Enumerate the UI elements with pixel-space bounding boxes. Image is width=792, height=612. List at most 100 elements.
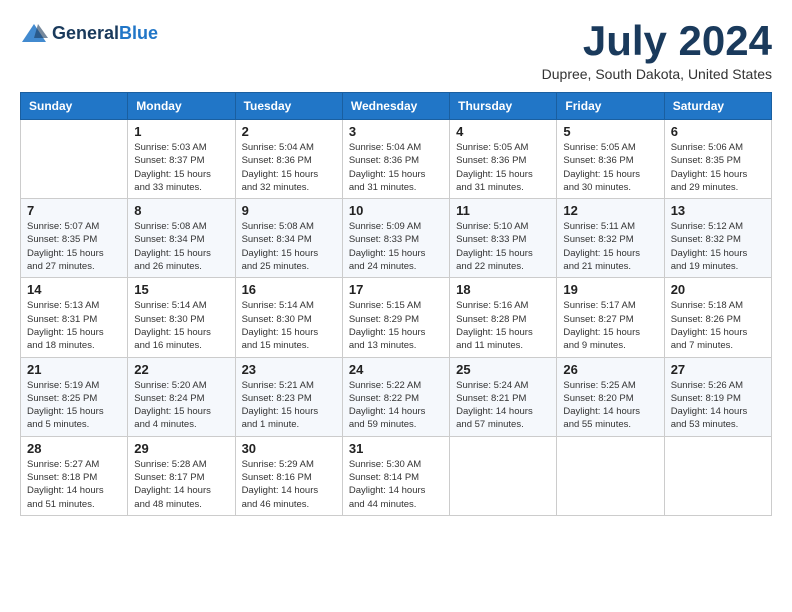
day-info: Sunrise: 5:28 AM Sunset: 8:17 PM Dayligh… bbox=[134, 458, 228, 511]
day-info: Sunrise: 5:10 AM Sunset: 8:33 PM Dayligh… bbox=[456, 220, 550, 273]
calendar-cell: 26 Sunrise: 5:25 AM Sunset: 8:20 PM Dayli… bbox=[557, 357, 664, 436]
day-info: Sunrise: 5:30 AM Sunset: 8:14 PM Dayligh… bbox=[349, 458, 443, 511]
day-number: 15 bbox=[134, 282, 228, 297]
calendar-cell: 27 Sunrise: 5:26 AM Sunset: 8:19 PM Dayli… bbox=[664, 357, 771, 436]
calendar-cell: 1 Sunrise: 5:03 AM Sunset: 8:37 PM Daylig… bbox=[128, 120, 235, 199]
calendar-cell: 8 Sunrise: 5:08 AM Sunset: 8:34 PM Daylig… bbox=[128, 199, 235, 278]
weekday-header-friday: Friday bbox=[557, 93, 664, 120]
day-number: 14 bbox=[27, 282, 121, 297]
day-number: 26 bbox=[563, 362, 657, 377]
calendar-cell bbox=[21, 120, 128, 199]
calendar-cell: 2 Sunrise: 5:04 AM Sunset: 8:36 PM Daylig… bbox=[235, 120, 342, 199]
day-info: Sunrise: 5:20 AM Sunset: 8:24 PM Dayligh… bbox=[134, 379, 228, 432]
day-info: Sunrise: 5:14 AM Sunset: 8:30 PM Dayligh… bbox=[242, 299, 336, 352]
day-number: 4 bbox=[456, 124, 550, 139]
weekday-header-tuesday: Tuesday bbox=[235, 93, 342, 120]
calendar-cell: 31 Sunrise: 5:30 AM Sunset: 8:14 PM Dayli… bbox=[342, 436, 449, 515]
calendar-cell: 22 Sunrise: 5:20 AM Sunset: 8:24 PM Dayli… bbox=[128, 357, 235, 436]
calendar-cell bbox=[450, 436, 557, 515]
day-info: Sunrise: 5:19 AM Sunset: 8:25 PM Dayligh… bbox=[27, 379, 121, 432]
page-header: GeneralBlue July 2024 Dupree, South Dako… bbox=[20, 20, 772, 82]
calendar-cell: 5Sunrise: 5:05 AM Sunset: 8:36 PM Daylig… bbox=[557, 120, 664, 199]
calendar-cell: 18Sunrise: 5:16 AM Sunset: 8:28 PM Dayli… bbox=[450, 278, 557, 357]
day-number: 28 bbox=[27, 441, 121, 456]
day-info: Sunrise: 5:04 AM Sunset: 8:36 PM Dayligh… bbox=[242, 141, 336, 194]
weekday-header-row: SundayMondayTuesdayWednesdayThursdayFrid… bbox=[21, 93, 772, 120]
day-info: Sunrise: 5:05 AM Sunset: 8:36 PM Dayligh… bbox=[456, 141, 550, 194]
calendar-cell: 21 Sunrise: 5:19 AM Sunset: 8:25 PM Dayli… bbox=[21, 357, 128, 436]
day-info: Sunrise: 5:06 AM Sunset: 8:35 PM Dayligh… bbox=[671, 141, 765, 194]
calendar-cell: 17Sunrise: 5:15 AM Sunset: 8:29 PM Dayli… bbox=[342, 278, 449, 357]
calendar-week-2: 7 Sunrise: 5:07 AM Sunset: 8:35 PM Daylig… bbox=[21, 199, 772, 278]
calendar-week-4: 21 Sunrise: 5:19 AM Sunset: 8:25 PM Dayli… bbox=[21, 357, 772, 436]
calendar-cell: 13 Sunrise: 5:12 AM Sunset: 8:32 PM Dayli… bbox=[664, 199, 771, 278]
calendar-cell bbox=[664, 436, 771, 515]
day-info: Sunrise: 5:13 AM Sunset: 8:31 PM Dayligh… bbox=[27, 299, 121, 352]
calendar-cell: 10Sunrise: 5:09 AM Sunset: 8:33 PM Dayli… bbox=[342, 199, 449, 278]
calendar-cell: 11 Sunrise: 5:10 AM Sunset: 8:33 PM Dayli… bbox=[450, 199, 557, 278]
calendar-cell: 20Sunrise: 5:18 AM Sunset: 8:26 PM Dayli… bbox=[664, 278, 771, 357]
day-number: 29 bbox=[134, 441, 228, 456]
day-number: 11 bbox=[456, 203, 550, 218]
day-number: 23 bbox=[242, 362, 336, 377]
weekday-header-thursday: Thursday bbox=[450, 93, 557, 120]
day-number: 31 bbox=[349, 441, 443, 456]
calendar-cell: 3Sunrise: 5:04 AM Sunset: 8:36 PM Daylig… bbox=[342, 120, 449, 199]
month-title: July 2024 bbox=[542, 20, 772, 62]
day-number: 7 bbox=[27, 203, 121, 218]
day-info: Sunrise: 5:22 AM Sunset: 8:22 PM Dayligh… bbox=[349, 379, 443, 432]
calendar-table: SundayMondayTuesdayWednesdayThursdayFrid… bbox=[20, 92, 772, 516]
day-number: 13 bbox=[671, 203, 765, 218]
calendar-cell: 16Sunrise: 5:14 AM Sunset: 8:30 PM Dayli… bbox=[235, 278, 342, 357]
day-info: Sunrise: 5:29 AM Sunset: 8:16 PM Dayligh… bbox=[242, 458, 336, 511]
calendar-cell bbox=[557, 436, 664, 515]
day-info: Sunrise: 5:25 AM Sunset: 8:20 PM Dayligh… bbox=[563, 379, 657, 432]
day-info: Sunrise: 5:09 AM Sunset: 8:33 PM Dayligh… bbox=[349, 220, 443, 273]
location: Dupree, South Dakota, United States bbox=[542, 66, 772, 82]
calendar-cell: 9 Sunrise: 5:08 AM Sunset: 8:34 PM Daylig… bbox=[235, 199, 342, 278]
day-info: Sunrise: 5:07 AM Sunset: 8:35 PM Dayligh… bbox=[27, 220, 121, 273]
day-number: 22 bbox=[134, 362, 228, 377]
day-info: Sunrise: 5:08 AM Sunset: 8:34 PM Dayligh… bbox=[242, 220, 336, 273]
day-info: Sunrise: 5:24 AM Sunset: 8:21 PM Dayligh… bbox=[456, 379, 550, 432]
day-info: Sunrise: 5:05 AM Sunset: 8:36 PM Dayligh… bbox=[563, 141, 657, 194]
weekday-header-wednesday: Wednesday bbox=[342, 93, 449, 120]
day-info: Sunrise: 5:03 AM Sunset: 8:37 PM Dayligh… bbox=[134, 141, 228, 194]
calendar-cell: 7 Sunrise: 5:07 AM Sunset: 8:35 PM Daylig… bbox=[21, 199, 128, 278]
day-info: Sunrise: 5:12 AM Sunset: 8:32 PM Dayligh… bbox=[671, 220, 765, 273]
day-number: 6 bbox=[671, 124, 765, 139]
calendar-cell: 15 Sunrise: 5:14 AM Sunset: 8:30 PM Dayli… bbox=[128, 278, 235, 357]
day-info: Sunrise: 5:08 AM Sunset: 8:34 PM Dayligh… bbox=[134, 220, 228, 273]
day-number: 27 bbox=[671, 362, 765, 377]
title-section: July 2024 Dupree, South Dakota, United S… bbox=[542, 20, 772, 82]
calendar-week-3: 14 Sunrise: 5:13 AM Sunset: 8:31 PM Dayli… bbox=[21, 278, 772, 357]
weekday-header-saturday: Saturday bbox=[664, 93, 771, 120]
day-number: 12 bbox=[563, 203, 657, 218]
day-info: Sunrise: 5:18 AM Sunset: 8:26 PM Dayligh… bbox=[671, 299, 765, 352]
day-info: Sunrise: 5:27 AM Sunset: 8:18 PM Dayligh… bbox=[27, 458, 121, 511]
day-info: Sunrise: 5:14 AM Sunset: 8:30 PM Dayligh… bbox=[134, 299, 228, 352]
day-number: 1 bbox=[134, 124, 228, 139]
calendar-cell: 29 Sunrise: 5:28 AM Sunset: 8:17 PM Dayli… bbox=[128, 436, 235, 515]
day-info: Sunrise: 5:17 AM Sunset: 8:27 PM Dayligh… bbox=[563, 299, 657, 352]
day-info: Sunrise: 5:26 AM Sunset: 8:19 PM Dayligh… bbox=[671, 379, 765, 432]
calendar-week-5: 28 Sunrise: 5:27 AM Sunset: 8:18 PM Dayli… bbox=[21, 436, 772, 515]
day-number: 2 bbox=[242, 124, 336, 139]
calendar-week-1: 1 Sunrise: 5:03 AM Sunset: 8:37 PM Daylig… bbox=[21, 120, 772, 199]
calendar-cell: 25Sunrise: 5:24 AM Sunset: 8:21 PM Dayli… bbox=[450, 357, 557, 436]
calendar-cell: 12Sunrise: 5:11 AM Sunset: 8:32 PM Dayli… bbox=[557, 199, 664, 278]
day-number: 30 bbox=[242, 441, 336, 456]
day-number: 8 bbox=[134, 203, 228, 218]
calendar-cell: 14 Sunrise: 5:13 AM Sunset: 8:31 PM Dayli… bbox=[21, 278, 128, 357]
day-number: 24 bbox=[349, 362, 443, 377]
weekday-header-monday: Monday bbox=[128, 93, 235, 120]
day-number: 21 bbox=[27, 362, 121, 377]
day-info: Sunrise: 5:21 AM Sunset: 8:23 PM Dayligh… bbox=[242, 379, 336, 432]
logo-text: GeneralBlue bbox=[52, 24, 158, 44]
day-number: 9 bbox=[242, 203, 336, 218]
day-number: 19 bbox=[563, 282, 657, 297]
day-info: Sunrise: 5:04 AM Sunset: 8:36 PM Dayligh… bbox=[349, 141, 443, 194]
calendar-cell: 24 Sunrise: 5:22 AM Sunset: 8:22 PM Dayli… bbox=[342, 357, 449, 436]
calendar-cell: 6 Sunrise: 5:06 AM Sunset: 8:35 PM Daylig… bbox=[664, 120, 771, 199]
day-number: 17 bbox=[349, 282, 443, 297]
